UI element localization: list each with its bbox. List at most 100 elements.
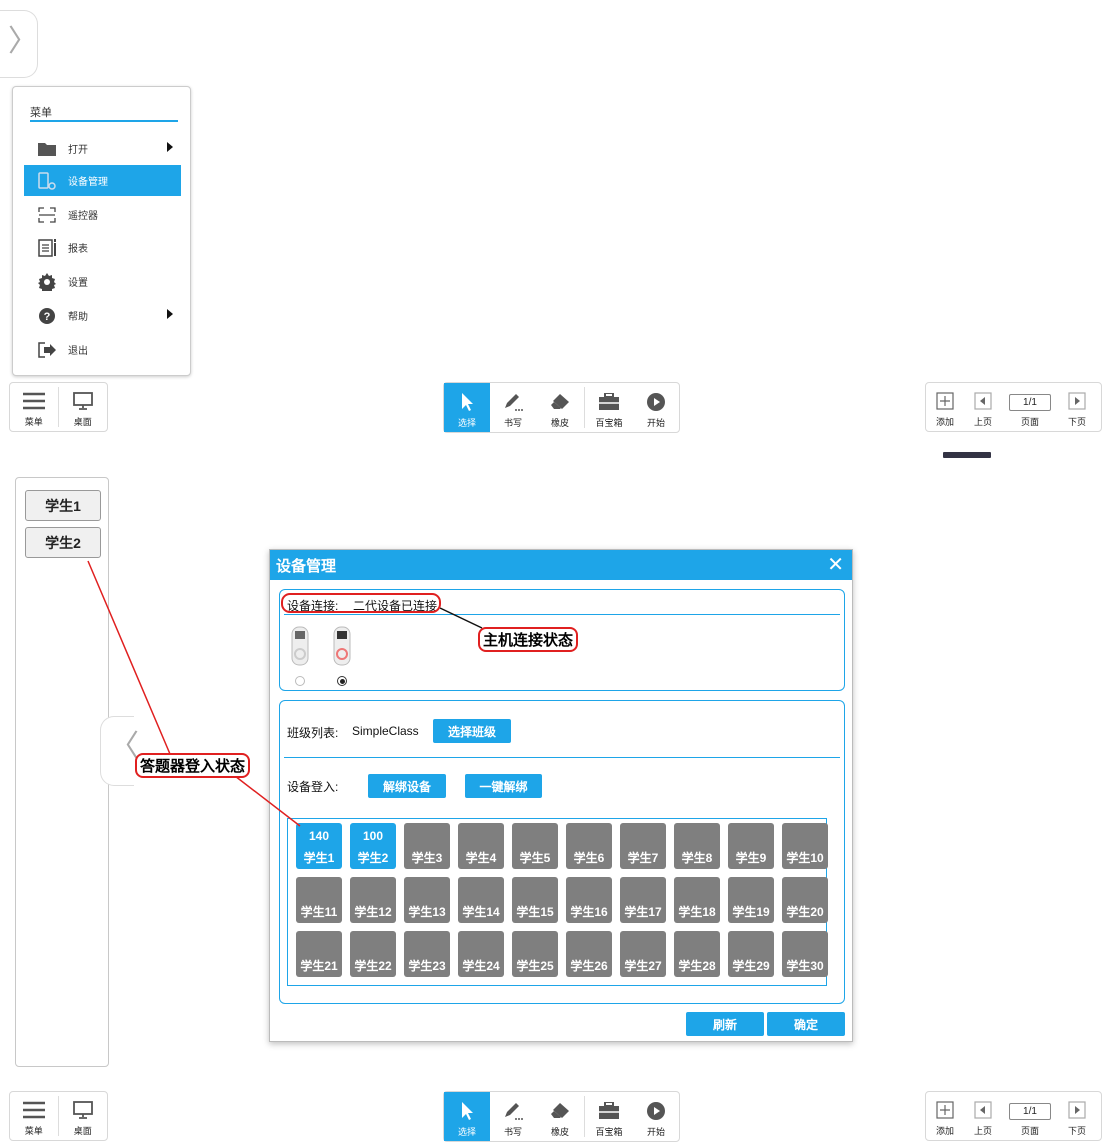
left-toolbar-bottom: 菜单 桌面 <box>9 1091 108 1141</box>
device-cell[interactable]: 学生8 <box>674 823 720 869</box>
device-cell[interactable]: 学生14 <box>458 877 504 923</box>
device-cell[interactable]: 学生10 <box>782 823 828 869</box>
menu-item-label: 打开 <box>68 145 88 156</box>
device-cell[interactable]: 学生28 <box>674 931 720 977</box>
toolbox-tool-label: 百宝箱 <box>595 1127 623 1137</box>
device-student-name: 学生30 <box>786 959 824 973</box>
close-icon[interactable]: ✕ <box>827 553 844 577</box>
device-cell[interactable]: 学生6 <box>566 823 612 869</box>
device-student-name: 学生20 <box>786 905 824 919</box>
page-indicator[interactable]: 1/1 页面 <box>1002 383 1058 431</box>
write-tool-label: 书写 <box>503 418 522 428</box>
menu-button-label: 菜单 <box>24 1126 43 1136</box>
class-list-label: 班级列表: <box>287 726 339 740</box>
exit-icon <box>38 341 56 358</box>
device-cell[interactable]: 学生25 <box>512 931 558 977</box>
select-tool[interactable]: 选择 <box>444 383 490 432</box>
device-student-name: 学生1 <box>303 851 335 865</box>
start-tool[interactable]: 开始 <box>633 383 679 432</box>
next-page-button[interactable]: 下页 <box>1058 1092 1096 1140</box>
device-cell[interactable]: 学生12 <box>350 877 396 923</box>
device-cell[interactable]: 学生30 <box>782 931 828 977</box>
center-toolbar-bottom: 选择 书写 橡皮 百宝箱 开始 <box>443 1091 680 1142</box>
device-cell[interactable]: 学生3 <box>404 823 450 869</box>
write-tool[interactable]: 书写 <box>490 1092 536 1141</box>
device-gen1-icon <box>290 626 310 671</box>
device-student-name: 学生11 <box>300 905 338 919</box>
start-tool[interactable]: 开始 <box>633 1092 679 1141</box>
device-cell[interactable]: 学生15 <box>512 877 558 923</box>
confirm-button[interactable]: 确定 <box>767 1012 845 1036</box>
device-cell[interactable]: 140 学生1 <box>296 823 342 869</box>
device-student-name: 学生21 <box>300 959 338 973</box>
device-cell[interactable]: 学生7 <box>620 823 666 869</box>
select-class-button[interactable]: 选择班级 <box>433 719 511 743</box>
menu-button[interactable]: 菜单 <box>10 383 58 431</box>
toolbox-tool[interactable]: 百宝箱 <box>585 383 633 432</box>
prev-page-button[interactable]: 上页 <box>964 1092 1002 1140</box>
device-cell[interactable]: 学生19 <box>728 877 774 923</box>
device-cell[interactable]: 学生29 <box>728 931 774 977</box>
toolbox-tool[interactable]: 百宝箱 <box>585 1092 633 1141</box>
device-cell[interactable]: 学生22 <box>350 931 396 977</box>
host-status-annotation: 主机连接状态 <box>478 627 579 652</box>
page-label: 页面 <box>1020 1126 1039 1136</box>
desktop-button[interactable]: 桌面 <box>59 1092 108 1140</box>
refresh-button[interactable]: 刷新 <box>686 1012 764 1036</box>
desktop-button[interactable]: 桌面 <box>59 383 108 431</box>
menu-item-open[interactable]: 打开 <box>24 133 181 164</box>
menu-item-exit[interactable]: 退出 <box>24 334 181 365</box>
gear-icon <box>38 272 56 291</box>
device-gen2-radio[interactable] <box>337 676 347 686</box>
page-number-field[interactable]: 1/1 <box>1009 393 1051 411</box>
page-indicator[interactable]: 1/1 页面 <box>1002 1092 1058 1140</box>
prev-page-label: 上页 <box>973 417 992 427</box>
select-tool[interactable]: 选择 <box>444 1092 490 1141</box>
report-icon <box>38 238 56 257</box>
menu-item-settings[interactable]: 设置 <box>24 266 181 297</box>
menu-item-remote[interactable]: 遥控器 <box>24 199 181 230</box>
eraser-tool[interactable]: 橡皮 <box>536 1092 584 1141</box>
write-tool[interactable]: 书写 <box>490 383 536 432</box>
device-cell[interactable]: 学生20 <box>782 877 828 923</box>
page-number-field[interactable]: 1/1 <box>1009 1102 1051 1120</box>
menu-item-help[interactable]: ? 帮助 <box>24 300 181 331</box>
add-page-button[interactable]: 添加 <box>926 1092 964 1140</box>
device-cell[interactable]: 学生17 <box>620 877 666 923</box>
dialog-header: 设备管理 ✕ <box>270 550 852 580</box>
device-cell[interactable]: 学生27 <box>620 931 666 977</box>
next-page-button[interactable]: 下页 <box>1058 383 1096 431</box>
device-cell[interactable]: 学生24 <box>458 931 504 977</box>
menu-button[interactable]: 菜单 <box>10 1092 58 1140</box>
collapse-tab[interactable]: 〈 <box>100 716 139 786</box>
student-button[interactable]: 学生1 <box>25 490 101 521</box>
device-cell[interactable]: 学生11 <box>296 877 342 923</box>
device-cell[interactable]: 学生5 <box>512 823 558 869</box>
device-gen1-radio[interactable] <box>295 676 305 686</box>
center-toolbar: 选择 书写 橡皮 百宝箱 开始 <box>443 382 680 433</box>
device-cell[interactable]: 学生23 <box>404 931 450 977</box>
prev-page-button[interactable]: 上页 <box>964 383 1002 431</box>
briefcase-icon <box>598 1100 620 1122</box>
device-cell[interactable]: 100 学生2 <box>350 823 396 869</box>
device-student-name: 学生17 <box>624 905 662 919</box>
menu-item-label: 帮助 <box>68 312 88 323</box>
eraser-tool[interactable]: 橡皮 <box>536 383 584 432</box>
device-icon <box>38 171 56 190</box>
unbind-all-button[interactable]: 一键解绑 <box>465 774 542 798</box>
add-page-button[interactable]: 添加 <box>926 383 964 431</box>
device-cell[interactable]: 学生13 <box>404 877 450 923</box>
device-cell[interactable]: 学生16 <box>566 877 612 923</box>
menu-item-device-management[interactable]: 设备管理 <box>24 165 181 196</box>
device-cell[interactable]: 学生4 <box>458 823 504 869</box>
expand-tab[interactable]: 〉 <box>0 10 38 78</box>
login-status-annotation: 答题器登入状态 <box>135 753 251 778</box>
device-cell[interactable]: 学生26 <box>566 931 612 977</box>
device-cell[interactable]: 学生18 <box>674 877 720 923</box>
student-button[interactable]: 学生2 <box>25 527 101 558</box>
desktop-button-label: 桌面 <box>73 417 92 427</box>
menu-item-report[interactable]: 报表 <box>24 232 181 263</box>
unbind-device-button[interactable]: 解绑设备 <box>368 774 446 798</box>
device-cell[interactable]: 学生9 <box>728 823 774 869</box>
device-cell[interactable]: 学生21 <box>296 931 342 977</box>
